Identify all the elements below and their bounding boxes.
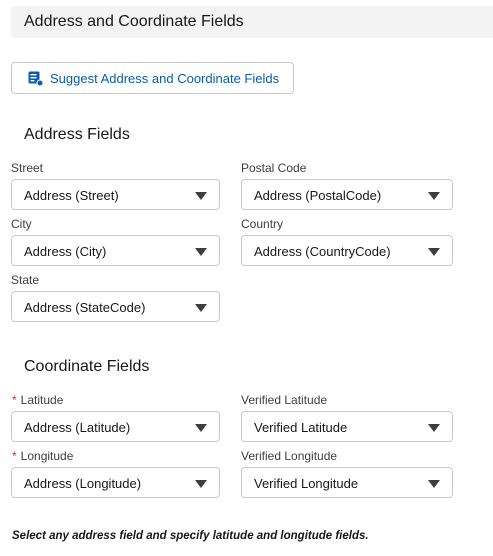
required-indicator: * [12, 449, 17, 463]
required-indicator: * [12, 393, 17, 407]
suggest-fields-button[interactable]: Suggest Address and Coordinate Fields [11, 62, 294, 94]
dropdown-arrow-icon [195, 248, 207, 256]
verified-latitude-value: Verified Latitude [254, 420, 348, 435]
dropdown-arrow-icon [195, 192, 207, 200]
dropdown-arrow-icon [428, 424, 440, 432]
address-fields-heading: Address Fields [24, 126, 130, 143]
postal-code-select[interactable]: Address (PostalCode) [241, 179, 453, 210]
verified-latitude-label: Verified Latitude [241, 393, 328, 407]
dropdown-arrow-icon [195, 480, 207, 488]
latitude-label: Latitude [20, 393, 64, 407]
postal-code-label: Postal Code [241, 161, 307, 175]
city-select[interactable]: Address (City) [11, 235, 220, 266]
dropdown-arrow-icon [428, 248, 440, 256]
suggest-list-icon [28, 71, 43, 86]
dropdown-arrow-icon [195, 424, 207, 432]
postal-code-value: Address (PostalCode) [254, 188, 382, 203]
longitude-label: Longitude [20, 449, 74, 463]
city-value: Address (City) [24, 244, 107, 259]
state-value: Address (StateCode) [24, 300, 146, 315]
latitude-select[interactable]: Address (Latitude) [11, 411, 220, 442]
city-label: City [11, 217, 32, 231]
dropdown-arrow-icon [195, 304, 207, 312]
latitude-value: Address (Latitude) [24, 420, 131, 435]
dropdown-arrow-icon [428, 192, 440, 200]
verified-latitude-select[interactable]: Verified Latitude [241, 411, 453, 442]
verified-longitude-value: Verified Longitude [254, 476, 359, 491]
dropdown-arrow-icon [428, 480, 440, 488]
longitude-value: Address (Longitude) [24, 476, 142, 491]
coordinate-fields-heading: Coordinate Fields [24, 358, 150, 375]
state-label: State [11, 273, 40, 287]
address-coordinate-settings-panel: Address and Coordinate Fields Suggest Ad… [0, 0, 493, 556]
country-select[interactable]: Address (CountryCode) [241, 235, 453, 266]
section-header: Address and Coordinate Fields [11, 6, 493, 38]
country-label: Country [241, 217, 284, 231]
latitude-label-row: * Latitude [12, 393, 63, 407]
state-select[interactable]: Address (StateCode) [11, 291, 220, 322]
street-value: Address (Street) [24, 188, 119, 203]
street-label: Street [11, 161, 44, 175]
help-footnote: Select any address field and specify lat… [12, 530, 369, 542]
verified-longitude-label: Verified Longitude [241, 449, 338, 463]
section-title: Address and Coordinate Fields [24, 13, 244, 30]
suggest-fields-label: Suggest Address and Coordinate Fields [50, 71, 280, 86]
verified-longitude-select[interactable]: Verified Longitude [241, 467, 453, 498]
longitude-label-row: * Longitude [12, 449, 73, 463]
longitude-select[interactable]: Address (Longitude) [11, 467, 220, 498]
street-select[interactable]: Address (Street) [11, 179, 220, 210]
country-value: Address (CountryCode) [254, 244, 391, 259]
